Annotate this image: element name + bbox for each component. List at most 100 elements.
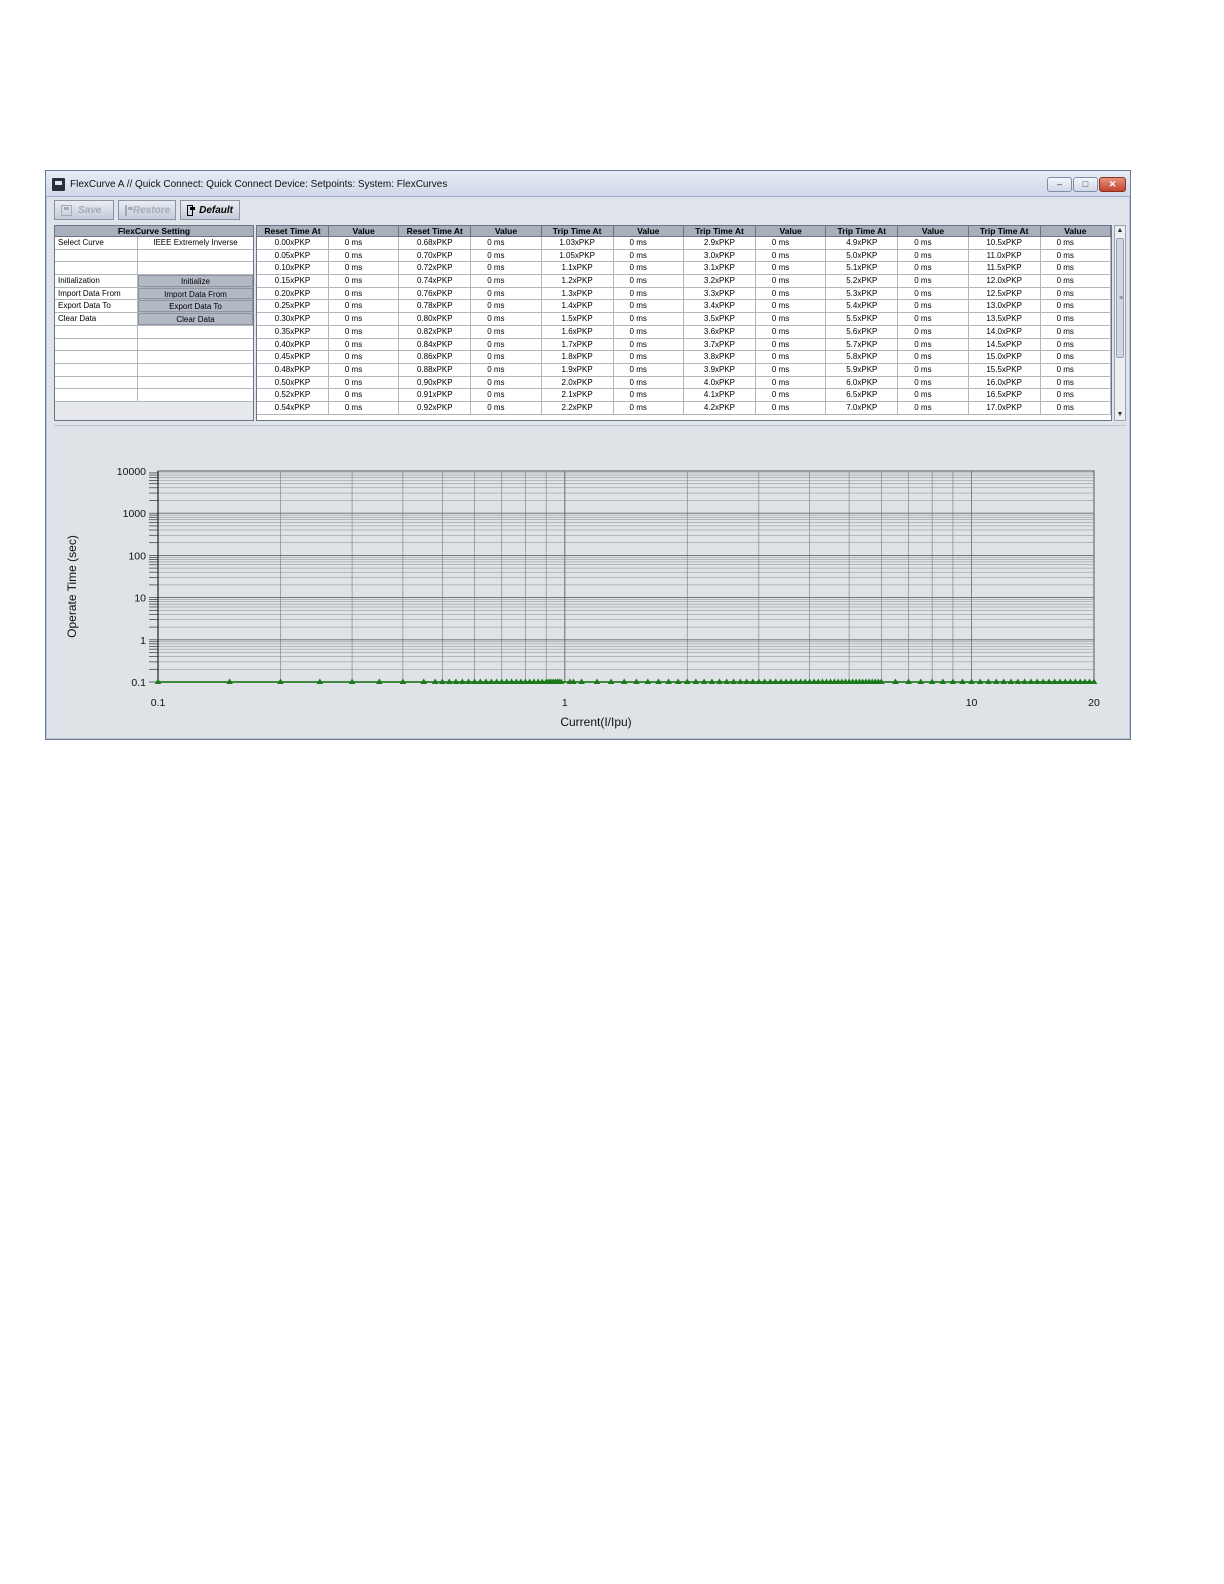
table-cell-value[interactable]: 0 ms	[329, 262, 400, 275]
table-cell-value[interactable]: 0 ms	[756, 389, 827, 401]
table-cell-value[interactable]: 0 ms	[471, 401, 542, 414]
table-cell-value[interactable]: 0 ms	[614, 401, 685, 414]
table-cell-value[interactable]: 0 ms	[471, 325, 542, 338]
table-cell-value[interactable]: 0 ms	[471, 249, 542, 262]
table-cell-value[interactable]: 0 ms	[1041, 401, 1111, 414]
table-cell-value[interactable]: 0 ms	[898, 376, 969, 389]
table-column-header[interactable]: Trip Time At	[684, 226, 756, 236]
table-column-header[interactable]: Value	[471, 226, 542, 236]
table-cell-value[interactable]: 0 ms	[1041, 249, 1111, 262]
table-cell-value[interactable]: 0 ms	[898, 262, 969, 275]
table-cell-value[interactable]: 0 ms	[1041, 325, 1111, 338]
table-cell-value[interactable]: 0 ms	[1041, 300, 1111, 313]
table-cell-value[interactable]: 0 ms	[329, 376, 400, 389]
table-cell-value[interactable]: 0 ms	[329, 287, 400, 300]
table-cell-value[interactable]: 0 ms	[1041, 389, 1111, 401]
table-cell-value[interactable]: 0 ms	[1041, 376, 1111, 389]
table-cell-value[interactable]: 0 ms	[1041, 237, 1111, 249]
default-button[interactable]: Default	[180, 200, 240, 220]
table-cell-value[interactable]: 0 ms	[756, 338, 827, 351]
table-cell-value[interactable]: 0 ms	[471, 275, 542, 287]
table-cell-value[interactable]: 0 ms	[1041, 338, 1111, 351]
table-cell-value[interactable]: 0 ms	[471, 300, 542, 313]
close-button[interactable]: ✕	[1099, 177, 1126, 192]
table-cell-value[interactable]: 0 ms	[1041, 351, 1111, 363]
table-cell-value[interactable]: 0 ms	[329, 351, 400, 363]
table-cell-value[interactable]: 0 ms	[471, 237, 542, 249]
table-cell-value[interactable]: 0 ms	[1041, 287, 1111, 300]
table-cell-value[interactable]: 0 ms	[756, 363, 827, 376]
table-cell-value[interactable]: 0 ms	[898, 325, 969, 338]
table-cell-value[interactable]: 0 ms	[614, 351, 685, 363]
table-column-header[interactable]: Trip Time At	[542, 226, 614, 236]
table-cell-value[interactable]: 0 ms	[756, 262, 827, 275]
maximize-button[interactable]: □	[1073, 177, 1098, 192]
table-cell-value[interactable]: 0 ms	[471, 351, 542, 363]
table-cell-value[interactable]: 0 ms	[329, 275, 400, 287]
table-cell-value[interactable]: 0 ms	[756, 351, 827, 363]
settings-row-value[interactable]: IEEE Extremely Inverse	[138, 237, 253, 249]
table-cell-value[interactable]: 0 ms	[898, 363, 969, 376]
table-cell-value[interactable]: 0 ms	[329, 237, 400, 249]
table-cell-value[interactable]: 0 ms	[898, 300, 969, 313]
table-cell-value[interactable]: 0 ms	[471, 338, 542, 351]
table-cell-value[interactable]: 0 ms	[898, 249, 969, 262]
table-cell-value[interactable]: 0 ms	[898, 351, 969, 363]
table-column-header[interactable]: Trip Time At	[969, 226, 1041, 236]
table-cell-value[interactable]: 0 ms	[898, 313, 969, 325]
table-column-header[interactable]: Value	[614, 226, 685, 236]
settings-action-button[interactable]: Initialize	[138, 275, 253, 287]
table-cell-value[interactable]: 0 ms	[756, 275, 827, 287]
table-scrollbar[interactable]: ▲ ≡ ▼	[1114, 225, 1126, 421]
table-cell-value[interactable]: 0 ms	[614, 262, 685, 275]
table-cell-value[interactable]: 0 ms	[329, 401, 400, 414]
table-cell-value[interactable]: 0 ms	[898, 389, 969, 401]
table-cell-value[interactable]: 0 ms	[471, 287, 542, 300]
table-column-header[interactable]: Value	[756, 226, 827, 236]
table-cell-value[interactable]: 0 ms	[471, 376, 542, 389]
table-column-header[interactable]: Value	[1041, 226, 1111, 236]
table-cell-value[interactable]: 0 ms	[471, 363, 542, 376]
table-cell-value[interactable]: 0 ms	[614, 300, 685, 313]
table-cell-value[interactable]: 0 ms	[614, 287, 685, 300]
table-cell-value[interactable]: 0 ms	[614, 338, 685, 351]
table-cell-value[interactable]: 0 ms	[756, 401, 827, 414]
table-cell-value[interactable]: 0 ms	[756, 287, 827, 300]
table-cell-value[interactable]: 0 ms	[614, 237, 685, 249]
table-cell-value[interactable]: 0 ms	[614, 389, 685, 401]
table-cell-value[interactable]: 0 ms	[756, 237, 827, 249]
table-column-header[interactable]: Trip Time At	[826, 226, 899, 236]
scroll-up-arrow-icon[interactable]: ▲	[1115, 226, 1125, 236]
settings-action-button[interactable]: Import Data From	[138, 287, 253, 300]
table-cell-value[interactable]: 0 ms	[614, 313, 685, 325]
table-cell-value[interactable]: 0 ms	[329, 389, 400, 401]
table-cell-value[interactable]: 0 ms	[471, 313, 542, 325]
table-cell-value[interactable]: 0 ms	[614, 325, 685, 338]
table-cell-value[interactable]: 0 ms	[329, 313, 400, 325]
table-column-header[interactable]: Reset Time At	[399, 226, 472, 236]
minimize-button[interactable]: –	[1047, 177, 1072, 192]
table-cell-value[interactable]: 0 ms	[329, 363, 400, 376]
table-cell-value[interactable]: 0 ms	[756, 300, 827, 313]
table-cell-value[interactable]: 0 ms	[614, 363, 685, 376]
table-cell-value[interactable]: 0 ms	[898, 401, 969, 414]
table-column-header[interactable]: Reset Time At	[257, 226, 329, 236]
table-cell-value[interactable]: 0 ms	[898, 287, 969, 300]
scroll-down-arrow-icon[interactable]: ▼	[1115, 410, 1125, 420]
table-cell-value[interactable]: 0 ms	[471, 262, 542, 275]
table-cell-value[interactable]: 0 ms	[898, 338, 969, 351]
table-cell-value[interactable]: 0 ms	[614, 275, 685, 287]
scroll-thumb[interactable]: ≡	[1116, 238, 1124, 358]
table-cell-value[interactable]: 0 ms	[756, 325, 827, 338]
table-cell-value[interactable]: 0 ms	[1041, 363, 1111, 376]
restore-button[interactable]: Restore	[118, 200, 176, 220]
table-cell-value[interactable]: 0 ms	[898, 275, 969, 287]
settings-action-button[interactable]: Export Data To	[138, 300, 253, 313]
table-cell-value[interactable]: 0 ms	[756, 313, 827, 325]
table-cell-value[interactable]: 0 ms	[614, 249, 685, 262]
table-cell-value[interactable]: 0 ms	[1041, 275, 1111, 287]
settings-action-button[interactable]: Clear Data	[138, 313, 253, 325]
table-cell-value[interactable]: 0 ms	[329, 325, 400, 338]
table-cell-value[interactable]: 0 ms	[1041, 262, 1111, 275]
table-column-header[interactable]: Value	[329, 226, 400, 236]
